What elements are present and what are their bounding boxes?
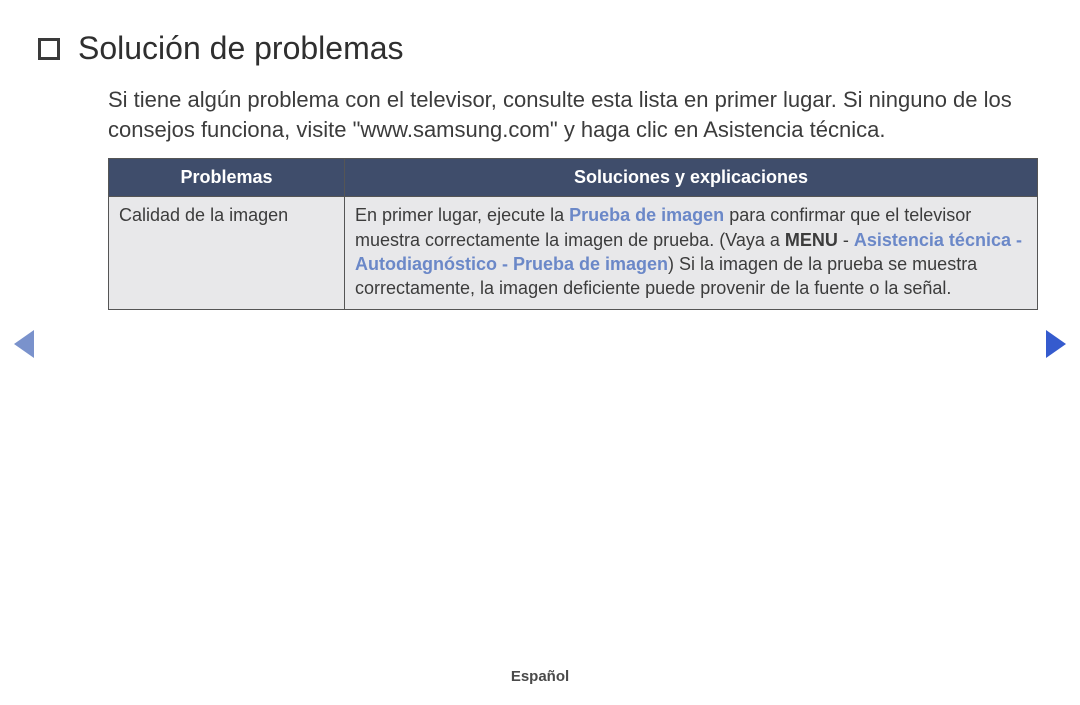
solution-text: En primer lugar, ejecute la	[355, 205, 569, 225]
table-header-row: Problemas Soluciones y explicaciones	[109, 159, 1038, 197]
troubleshoot-table-wrap: Problemas Soluciones y explicaciones Cal…	[108, 158, 1040, 309]
col-header-solutions: Soluciones y explicaciones	[345, 159, 1038, 197]
intro-paragraph: Si tiene algún problema con el televisor…	[108, 85, 1040, 144]
troubleshoot-table: Problemas Soluciones y explicaciones Cal…	[108, 158, 1038, 309]
nav-prev-arrow-icon[interactable]	[14, 330, 34, 358]
highlight-prueba-imagen: Prueba de imagen	[569, 205, 724, 225]
square-bullet-icon	[38, 38, 60, 60]
cell-solution: En primer lugar, ejecute la Prueba de im…	[345, 197, 1038, 309]
solution-text: -	[838, 230, 854, 250]
menu-label: MENU	[785, 230, 838, 250]
page-title: Solución de problemas	[78, 30, 404, 67]
footer-language: Español	[0, 668, 1080, 685]
table-row: Calidad de la imagen En primer lugar, ej…	[109, 197, 1038, 309]
nav-next-arrow-icon[interactable]	[1046, 330, 1066, 358]
title-row: Solución de problemas	[70, 30, 1040, 67]
cell-problem: Calidad de la imagen	[109, 197, 345, 309]
col-header-problems: Problemas	[109, 159, 345, 197]
